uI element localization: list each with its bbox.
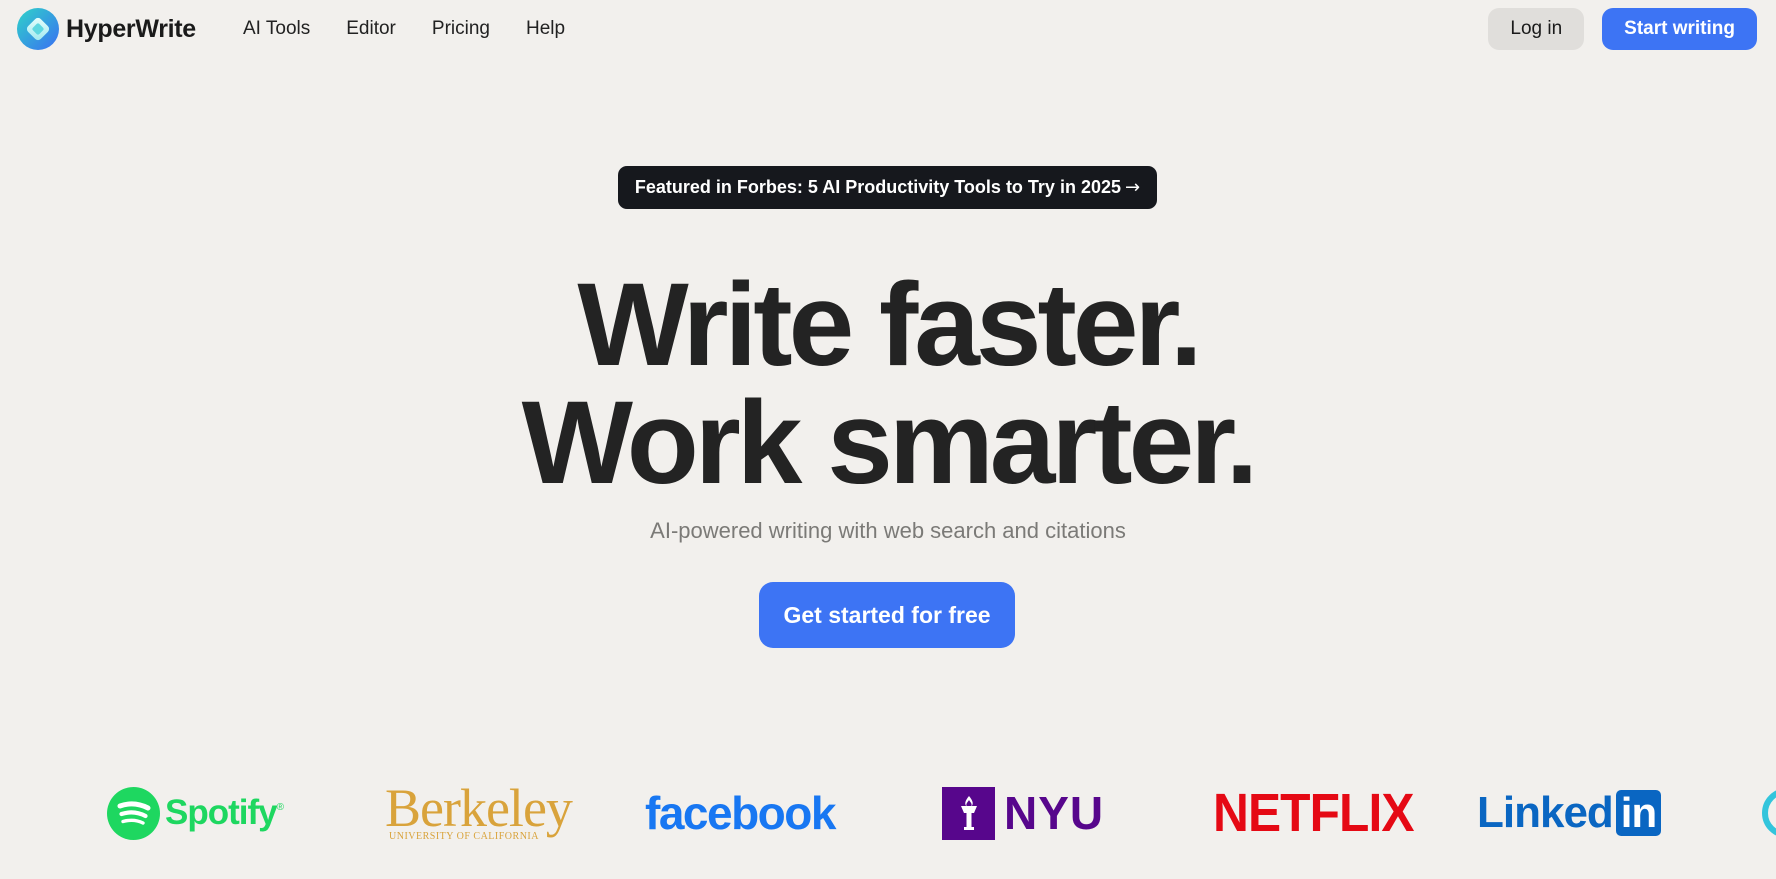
berkeley-wordmark: Berkeley — [385, 777, 573, 838]
partial-logo-icon — [1762, 788, 1776, 838]
start-writing-button[interactable]: Start writing — [1602, 8, 1757, 50]
spotify-logo: Spotify ® — [107, 778, 284, 848]
brand-home-link[interactable]: HyperWrite — [17, 8, 196, 50]
spotify-wordmark: Spotify — [165, 793, 278, 832]
linkedin-wordmark: Linked — [1477, 788, 1614, 837]
linkedin-in-icon: in — [1615, 789, 1662, 836]
customer-logo-strip: Spotify ® Berkeley UNIVERSITY OF CALIFOR… — [0, 778, 1776, 848]
announcement-text: Featured in Forbes: 5 AI Productivity To… — [634, 177, 1121, 197]
linkedin-logo: Linked in — [1477, 778, 1662, 848]
berkeley-subtitle: UNIVERSITY OF CALIFORNIA — [389, 830, 539, 842]
hyperwrite-logo-icon — [17, 8, 59, 50]
nav-link-pricing[interactable]: Pricing — [432, 18, 490, 40]
nyu-logo: NYU — [942, 778, 1104, 848]
nav-link-ai-tools[interactable]: AI Tools — [243, 18, 310, 40]
nav-link-help[interactable]: Help — [526, 18, 565, 40]
brand-name: HyperWrite — [66, 14, 196, 43]
spotify-icon — [107, 786, 160, 840]
login-button[interactable]: Log in — [1488, 8, 1585, 50]
get-started-button[interactable]: Get started for free — [759, 582, 1015, 648]
headline-line-2: Work smarter. — [521, 377, 1259, 509]
hero-headline: Write faster. Work smarter. — [0, 266, 1776, 502]
spotify-registered-mark: ® — [276, 802, 284, 813]
facebook-wordmark: facebook — [645, 787, 836, 839]
hero-subheadline: AI-powered writing with web search and c… — [650, 518, 1126, 543]
nyu-torch-icon — [960, 796, 977, 830]
headline-line-1: Write faster. — [577, 259, 1202, 391]
arrow-right-icon: → — [1125, 177, 1141, 198]
netflix-wordmark: NETFLIX — [1213, 783, 1414, 843]
top-nav: HyperWrite AI Tools Editor Pricing Help … — [0, 0, 1776, 58]
nav-link-editor[interactable]: Editor — [346, 18, 396, 40]
nyu-torch-box — [942, 786, 995, 840]
netflix-logo: NETFLIX — [1213, 778, 1431, 848]
nav-actions: Log in Start writing — [1488, 8, 1757, 50]
nyu-wordmark: NYU — [1004, 787, 1105, 839]
facebook-logo: facebook — [645, 778, 836, 848]
forbes-announcement-link[interactable]: Featured in Forbes: 5 AI Productivity To… — [618, 166, 1157, 209]
primary-nav: AI Tools Editor Pricing Help — [243, 18, 601, 40]
berkeley-logo: Berkeley UNIVERSITY OF CALIFORNIA — [385, 777, 573, 848]
